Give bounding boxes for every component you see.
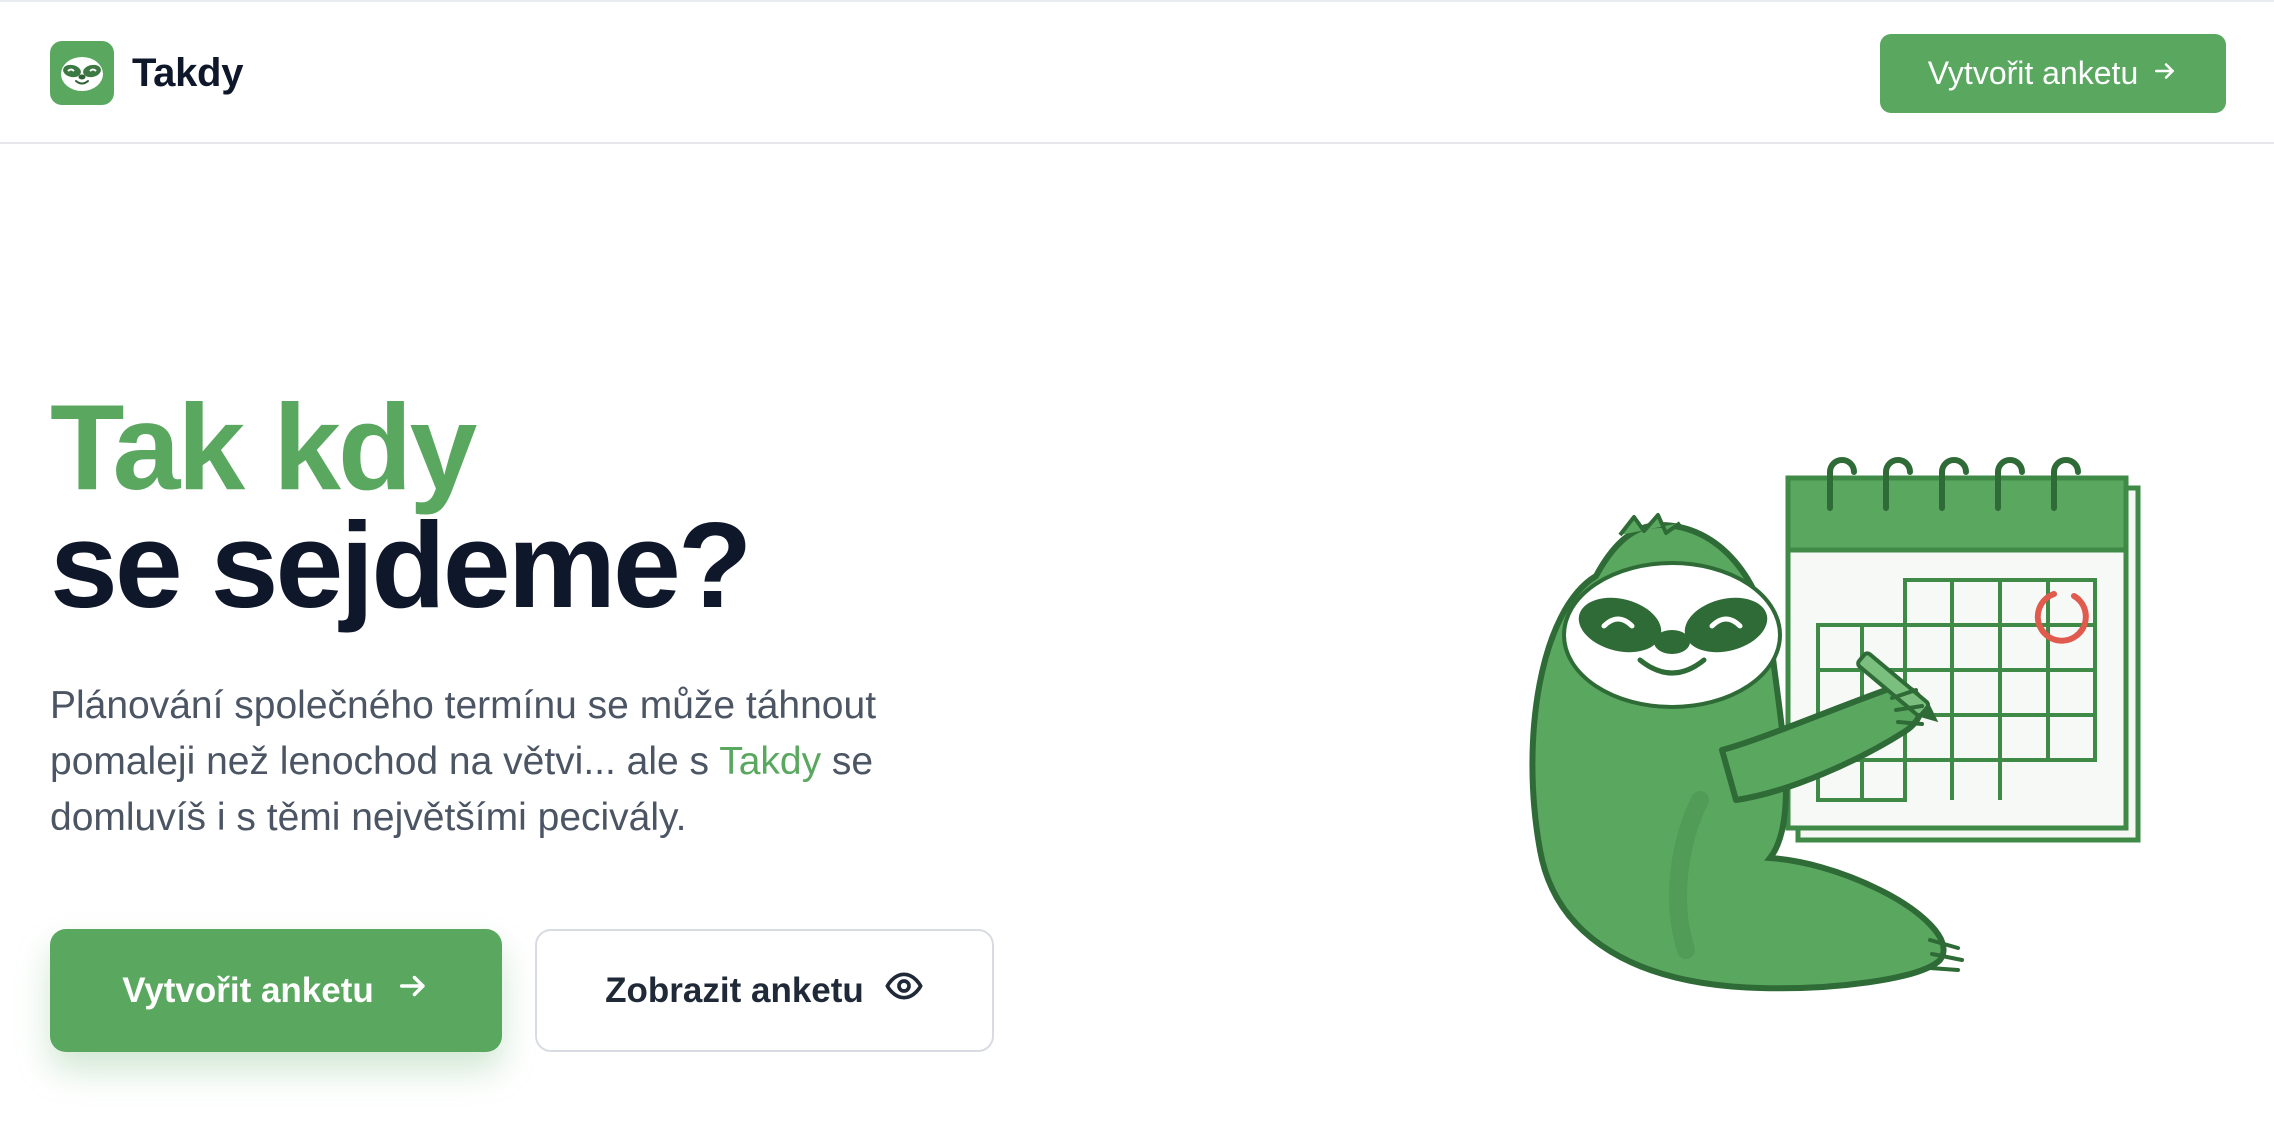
hero-title-line-1: Tak kdy [50,379,477,515]
sloth-logo-icon [50,41,114,105]
view-poll-label: Zobrazit anketu [605,970,864,1010]
eye-icon [884,966,924,1015]
header-create-poll-button[interactable]: Vytvořit anketu [1880,34,2226,113]
header-create-poll-label: Vytvořit anketu [1927,55,2139,91]
brand-name: Takdy [132,50,244,95]
arrow-right-icon [396,969,430,1012]
view-poll-button[interactable]: Zobrazit anketu [535,929,994,1052]
hero-title-line-2: se sejdeme? [50,497,752,633]
create-poll-button[interactable]: Vytvořit anketu [50,929,502,1052]
hero-description-brand: Takdy [719,740,822,783]
hero-title: Tak kdy se sejdeme? [50,379,752,633]
hero-description: Plánování společného termínu se může táh… [50,678,990,846]
brand-home-link[interactable]: Takdy [50,40,243,106]
arrow-right-icon [2152,55,2178,92]
sloth-with-calendar-illustration [1500,420,2180,1020]
create-poll-label: Vytvořit anketu [122,970,374,1010]
top-navbar: Takdy Vytvořit anketu [0,0,2274,144]
